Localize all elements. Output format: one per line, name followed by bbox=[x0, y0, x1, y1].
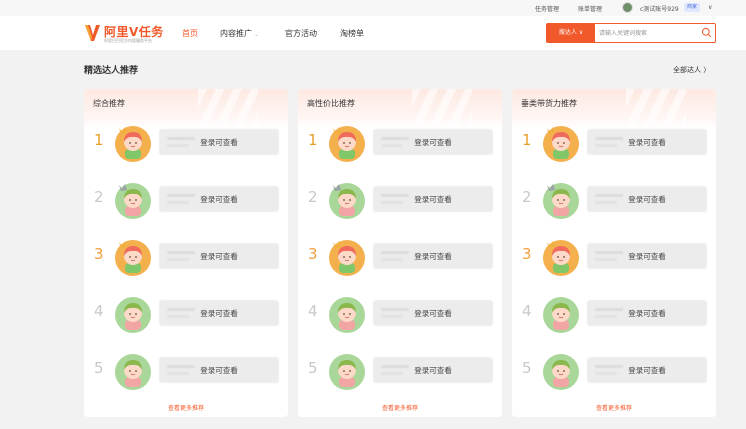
influencer-row[interactable]: 4 登录可查看 bbox=[298, 294, 502, 334]
influencer-avatar[interactable] bbox=[113, 180, 153, 220]
influencer-row[interactable]: 3 登录可查看 bbox=[512, 237, 716, 277]
influencer-avatar[interactable] bbox=[113, 237, 153, 277]
influencer-avatar[interactable] bbox=[327, 237, 367, 277]
section-title: 精选达人推荐 bbox=[84, 66, 139, 76]
influencer-row[interactable]: 5 登录可查看 bbox=[512, 351, 716, 391]
influencer-avatar[interactable] bbox=[541, 294, 581, 334]
top-utility-bar: 任务管理 账单管理 c测试账号929 商家 ∨ bbox=[0, 0, 746, 16]
rank-number: 1 bbox=[308, 131, 318, 149]
rank-number: 3 bbox=[522, 245, 532, 263]
view-more-link[interactable]: 查看更多推荐 bbox=[512, 403, 716, 412]
influencer-avatar[interactable] bbox=[113, 294, 153, 334]
rank-number: 2 bbox=[522, 188, 532, 206]
influencer-avatar[interactable] bbox=[327, 294, 367, 334]
task-manage-link[interactable]: 任务管理 bbox=[535, 4, 559, 13]
influencer-avatar[interactable] bbox=[541, 180, 581, 220]
nav-content-label: 内容推广 bbox=[220, 29, 252, 38]
influencer-avatar[interactable] bbox=[327, 351, 367, 391]
login-to-view-text[interactable]: 登录可查看 bbox=[159, 308, 279, 319]
rank-number: 4 bbox=[94, 302, 104, 320]
influencer-row[interactable]: 3 登录可查看 bbox=[84, 237, 288, 277]
rank-number: 2 bbox=[94, 188, 104, 206]
search-type-dropdown[interactable]: 搜达人 ∨ bbox=[547, 24, 595, 42]
influencer-avatar[interactable] bbox=[327, 123, 367, 163]
nav-content-promotion[interactable]: 内容推广 ⌄ bbox=[220, 28, 259, 39]
influencer-row[interactable]: 1 登录可查看 bbox=[298, 123, 502, 163]
rank-number: 4 bbox=[308, 302, 318, 320]
rank-number: 4 bbox=[522, 302, 532, 320]
rank-number: 1 bbox=[94, 131, 104, 149]
view-more-link[interactable]: 查看更多推荐 bbox=[298, 403, 502, 412]
login-to-view-text[interactable]: 登录可查看 bbox=[373, 308, 493, 319]
influencer-row[interactable]: 5 登录可查看 bbox=[84, 351, 288, 391]
recommend-card: 高性价比推荐 1 登录可查看 2 登录可查看 3 登录可查看 4 登录可查看 5 登录可查看查看更多… bbox=[298, 89, 502, 417]
login-to-view-text[interactable]: 登录可查看 bbox=[373, 194, 493, 205]
influencer-row[interactable]: 2 登录可查看 bbox=[298, 180, 502, 220]
search-icon[interactable] bbox=[701, 27, 712, 38]
login-to-view-text[interactable]: 登录可查看 bbox=[587, 365, 707, 376]
login-to-view-text[interactable]: 登录可查看 bbox=[587, 308, 707, 319]
all-influencers-link[interactable]: 全部达人 〉 bbox=[673, 65, 710, 75]
influencer-row[interactable]: 4 登录可查看 bbox=[512, 294, 716, 334]
view-more-link[interactable]: 查看更多推荐 bbox=[84, 403, 288, 412]
logo-icon[interactable] bbox=[84, 23, 101, 43]
nav-taobang[interactable]: 淘榜单 bbox=[340, 28, 364, 39]
login-to-view-text[interactable]: 登录可查看 bbox=[159, 137, 279, 148]
influencer-row[interactable]: 2 登录可查看 bbox=[512, 180, 716, 220]
login-to-view-text[interactable]: 登录可查看 bbox=[587, 194, 707, 205]
influencer-avatar[interactable] bbox=[113, 351, 153, 391]
rank-number: 5 bbox=[94, 359, 104, 377]
card-title: 垂类带货力推荐 bbox=[521, 99, 577, 108]
rank-number: 5 bbox=[308, 359, 318, 377]
merchant-badge: 商家 bbox=[684, 3, 701, 12]
rank-number: 3 bbox=[94, 245, 104, 263]
influencer-avatar[interactable] bbox=[541, 351, 581, 391]
recommend-card: 综合推荐 1 登录可查看 2 登录可查看 3 登录可查看 4 登录可查看 5 登录可查看查看更多推荐 bbox=[84, 89, 288, 417]
login-to-view-text[interactable]: 登录可查看 bbox=[159, 194, 279, 205]
rank-number: 3 bbox=[308, 245, 318, 263]
influencer-avatar[interactable] bbox=[541, 237, 581, 277]
login-to-view-text[interactable]: 登录可查看 bbox=[373, 137, 493, 148]
influencer-avatar[interactable] bbox=[541, 123, 581, 163]
login-to-view-text[interactable]: 登录可查看 bbox=[587, 137, 707, 148]
rank-number: 5 bbox=[522, 359, 532, 377]
influencer-row[interactable]: 1 登录可查看 bbox=[84, 123, 288, 163]
card-title: 综合推荐 bbox=[93, 99, 125, 108]
logo-subtitle: 阿里巴巴官方内容服务平台 bbox=[104, 38, 152, 43]
bill-manage-link[interactable]: 账单管理 bbox=[578, 4, 602, 13]
nav-official-activity[interactable]: 官方活动 bbox=[285, 28, 317, 39]
search-input[interactable] bbox=[599, 26, 699, 40]
login-to-view-text[interactable]: 登录可查看 bbox=[373, 251, 493, 262]
rank-number: 2 bbox=[308, 188, 318, 206]
login-to-view-text[interactable]: 登录可查看 bbox=[587, 251, 707, 262]
recommend-card: 垂类带货力推荐 1 登录可查看 2 登录可查看 3 登录可查看 4 登录可查看 5 登录可查看查看更… bbox=[512, 89, 716, 417]
user-avatar[interactable] bbox=[622, 2, 633, 13]
influencer-row[interactable]: 3 登录可查看 bbox=[298, 237, 502, 277]
login-to-view-text[interactable]: 登录可查看 bbox=[159, 251, 279, 262]
nav-home[interactable]: 首页 bbox=[182, 28, 198, 39]
card-title: 高性价比推荐 bbox=[307, 99, 355, 108]
chevron-down-icon: ⌄ bbox=[254, 31, 260, 38]
login-to-view-text[interactable]: 登录可查看 bbox=[159, 365, 279, 376]
influencer-row[interactable]: 1 登录可查看 bbox=[512, 123, 716, 163]
influencer-row[interactable]: 5 登录可查看 bbox=[298, 351, 502, 391]
login-to-view-text[interactable]: 登录可查看 bbox=[373, 365, 493, 376]
influencer-row[interactable]: 4 登录可查看 bbox=[84, 294, 288, 334]
influencer-avatar[interactable] bbox=[327, 180, 367, 220]
influencer-row[interactable]: 2 登录可查看 bbox=[84, 180, 288, 220]
chevron-down-icon[interactable]: ∨ bbox=[708, 4, 712, 11]
username[interactable]: c测试账号929 bbox=[640, 4, 679, 13]
influencer-avatar[interactable] bbox=[113, 123, 153, 163]
search-box: 搜达人 ∨ bbox=[546, 23, 716, 43]
rank-number: 1 bbox=[522, 131, 532, 149]
